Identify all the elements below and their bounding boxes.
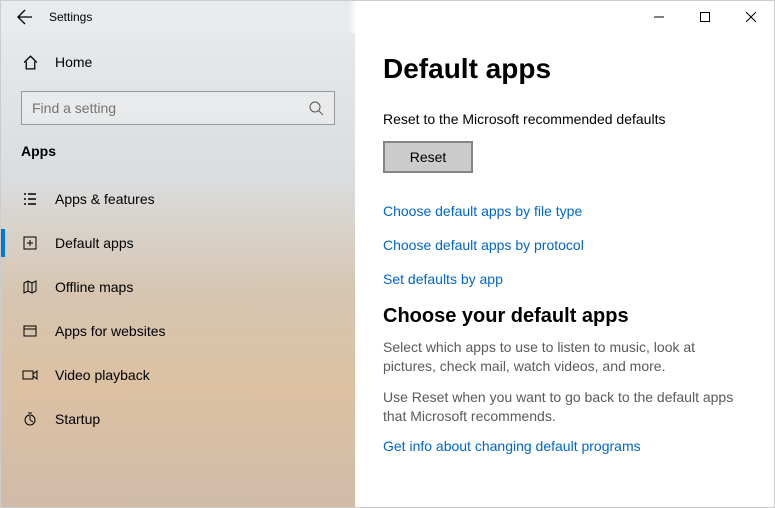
video-icon [21, 367, 39, 383]
section-heading: Apps [21, 143, 335, 159]
choose-heading: Choose your default apps [383, 305, 746, 328]
back-button[interactable] [1, 9, 49, 25]
link-by-app[interactable]: Set defaults by app [383, 271, 746, 287]
nav-startup[interactable]: Startup [1, 397, 355, 441]
minimize-button[interactable] [636, 1, 682, 33]
sidebar: Home Apps Apps & features Default apps [1, 33, 355, 507]
window-title: Settings [49, 10, 92, 24]
home-nav[interactable]: Home [21, 43, 335, 81]
nav-video-playback[interactable]: Video playback [1, 353, 355, 397]
home-label: Home [55, 54, 92, 70]
search-icon [308, 100, 324, 116]
startup-icon [21, 411, 39, 427]
nav-offline-maps[interactable]: Offline maps [1, 265, 355, 309]
map-icon [21, 279, 39, 295]
nav-apps-websites[interactable]: Apps for websites [1, 309, 355, 353]
content-pane: Default apps Reset to the Microsoft reco… [355, 33, 774, 507]
titlebar: Settings [1, 1, 774, 33]
nav-default-apps[interactable]: Default apps [1, 221, 355, 265]
page-heading: Default apps [383, 53, 746, 85]
search-input[interactable] [32, 100, 308, 116]
list-icon [21, 191, 39, 207]
search-box[interactable] [21, 91, 335, 125]
choose-desc-1: Select which apps to use to listen to mu… [383, 338, 746, 376]
link-info[interactable]: Get info about changing default programs [383, 438, 746, 454]
settings-window: Settings Home [0, 0, 775, 508]
reset-caption: Reset to the Microsoft recommended defau… [383, 111, 746, 127]
maximize-icon [700, 12, 710, 22]
arrow-left-icon [17, 9, 33, 25]
defaults-icon [21, 235, 39, 251]
close-button[interactable] [728, 1, 774, 33]
nav-label: Offline maps [55, 279, 133, 295]
nav-label: Video playback [55, 367, 150, 383]
home-icon [21, 54, 39, 71]
nav-label: Default apps [55, 235, 134, 251]
reset-button[interactable]: Reset [383, 141, 473, 173]
website-icon [21, 323, 39, 339]
link-file-type[interactable]: Choose default apps by file type [383, 203, 746, 219]
minimize-icon [654, 12, 664, 22]
nav-label: Startup [55, 411, 100, 427]
link-protocol[interactable]: Choose default apps by protocol [383, 237, 746, 253]
nav-apps-features[interactable]: Apps & features [1, 177, 355, 221]
close-icon [746, 12, 756, 22]
nav-list: Apps & features Default apps Offline map… [1, 177, 355, 441]
nav-label: Apps for websites [55, 323, 166, 339]
choose-desc-2: Use Reset when you want to go back to th… [383, 388, 746, 426]
nav-label: Apps & features [55, 191, 155, 207]
maximize-button[interactable] [682, 1, 728, 33]
